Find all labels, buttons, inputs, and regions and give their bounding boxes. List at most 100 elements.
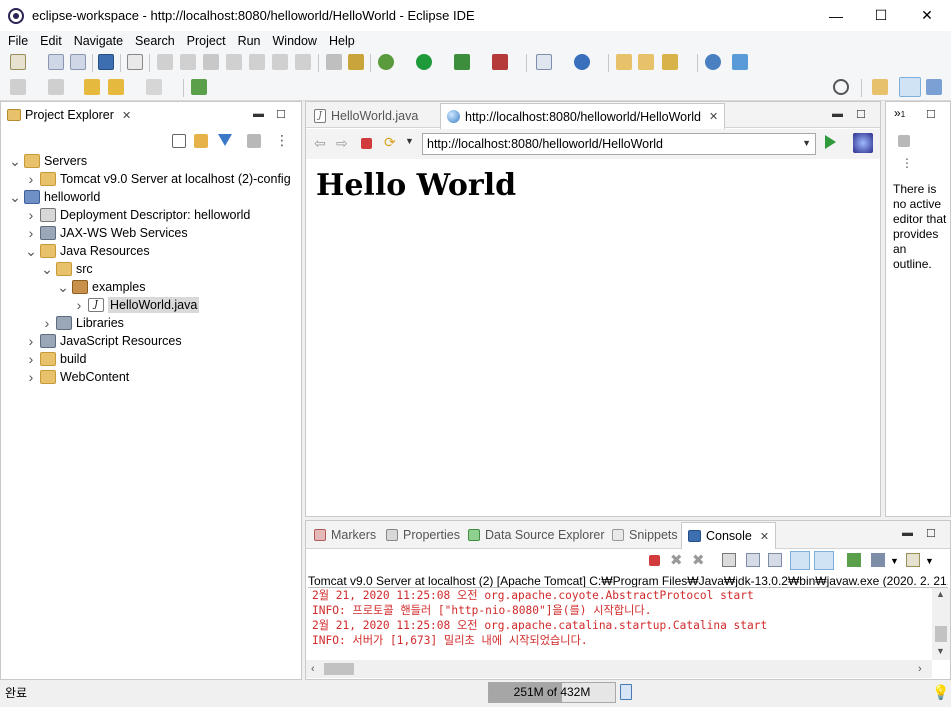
chevron-right-icon[interactable]: › — [41, 315, 53, 331]
menu-run[interactable]: Run — [232, 34, 267, 48]
tab-browser[interactable]: http://localhost:8080/helloworld/HelloWo… — [440, 103, 726, 129]
validate-icon[interactable] — [732, 54, 748, 70]
previous-annotation-icon[interactable] — [48, 79, 64, 95]
tree-item[interactable]: ⌄ src — [41, 260, 93, 278]
tab-markers[interactable]: Markers — [308, 523, 382, 547]
clear-console-icon[interactable] — [722, 553, 736, 567]
web-browser-icon[interactable] — [705, 54, 721, 70]
lightbulb-icon[interactable]: 💡 — [932, 684, 949, 701]
maximize-button[interactable]: ☐ — [858, 0, 904, 31]
chevron-right-icon[interactable]: › — [25, 225, 37, 241]
maximize-view-icon[interactable]: ☐ — [926, 108, 936, 121]
save-icon[interactable] — [48, 54, 64, 70]
word-wrap-icon[interactable] — [768, 553, 782, 567]
chevron-down-icon[interactable]: ⌄ — [25, 243, 37, 260]
maximize-view-icon[interactable]: ☐ — [276, 108, 286, 121]
forward-arrow-icon[interactable]: ⇨ — [336, 135, 348, 152]
scroll-up-icon[interactable]: ▲ — [936, 589, 945, 599]
show-on-stderr-icon[interactable] — [814, 551, 834, 570]
scroll-down-icon[interactable]: ▼ — [936, 646, 945, 656]
menu-edit[interactable]: Edit — [34, 34, 68, 48]
open-resource-icon[interactable] — [638, 54, 654, 70]
tab-helloworld-java[interactable]: J HelloWorld.java — [308, 104, 424, 128]
chevron-right-icon[interactable]: › — [25, 369, 37, 385]
go-icon[interactable] — [825, 135, 836, 149]
minimize-view-icon[interactable]: ▬ — [902, 527, 913, 539]
menu-search[interactable]: Search — [129, 34, 181, 48]
vertical-scrollbar[interactable]: ▲ ▼ — [932, 588, 950, 660]
menu-project[interactable]: Project — [181, 34, 232, 48]
close-icon[interactable]: ✕ — [709, 110, 718, 123]
heap-status[interactable]: 251M of 432M — [488, 682, 616, 703]
debug-icon[interactable] — [378, 54, 394, 70]
tree-item[interactable]: ⌄ Servers — [9, 152, 87, 170]
terminate-icon[interactable] — [203, 54, 219, 70]
step-over-icon[interactable] — [272, 54, 288, 70]
display-console-icon[interactable] — [871, 553, 885, 567]
disconnect-icon[interactable] — [226, 54, 242, 70]
back-icon[interactable] — [108, 79, 124, 95]
close-icon[interactable]: ✕ — [760, 530, 769, 543]
tree-item[interactable]: › build — [25, 350, 87, 368]
new-class-icon[interactable] — [574, 54, 590, 70]
collapse-all-icon[interactable] — [172, 134, 186, 148]
close-button[interactable]: ✕ — [904, 0, 950, 31]
next-annotation-icon[interactable] — [10, 79, 26, 95]
tab-snippets[interactable]: Snippets — [606, 523, 684, 547]
outline-focus-icon[interactable] — [898, 135, 910, 147]
save-all-icon[interactable] — [70, 54, 86, 70]
use-step-filters-icon[interactable] — [326, 54, 342, 70]
suspend-icon[interactable] — [180, 54, 196, 70]
chevron-down-icon[interactable]: ⌄ — [9, 189, 21, 206]
tree-item[interactable]: ⌄ helloworld — [9, 188, 100, 206]
pin-editor-icon[interactable] — [191, 79, 207, 95]
chevron-right-icon[interactable]: › — [25, 333, 37, 349]
filter-icon[interactable] — [218, 134, 232, 148]
scrollbar-thumb[interactable] — [324, 663, 354, 675]
menu-window[interactable]: Window — [267, 34, 323, 48]
trash-icon[interactable] — [620, 684, 632, 700]
terminal-icon[interactable] — [98, 54, 114, 70]
focus-icon[interactable] — [247, 134, 261, 148]
skip-breakpoints-icon[interactable] — [127, 54, 143, 70]
forward-icon[interactable] — [146, 79, 162, 95]
maximize-view-icon[interactable]: ☐ — [926, 527, 936, 540]
view-menu-icon[interactable]: ⋮ — [901, 156, 913, 170]
run-icon[interactable] — [416, 54, 432, 70]
java-ee-perspective-icon[interactable] — [899, 77, 921, 97]
url-input[interactable]: http://localhost:8080/helloworld/HelloWo… — [422, 133, 816, 155]
view-menu-icon[interactable]: ⋮ — [275, 132, 289, 149]
step-return-icon[interactable] — [295, 54, 311, 70]
tab-project-explorer[interactable]: Project Explorer ✕ — [1, 102, 137, 128]
menu-navigate[interactable]: Navigate — [68, 34, 129, 48]
refresh-icon[interactable]: ⟳ — [384, 134, 396, 151]
chevron-down-icon[interactable]: ⌄ — [9, 153, 21, 170]
open-console-icon[interactable] — [906, 553, 920, 567]
java-perspective-icon[interactable] — [926, 79, 942, 95]
scroll-right-icon[interactable]: › — [918, 663, 922, 675]
minimize-button[interactable]: — — [813, 0, 859, 31]
menu-file[interactable]: File — [2, 34, 34, 48]
last-edit-location-icon[interactable] — [84, 79, 100, 95]
scrollbar-thumb[interactable] — [935, 626, 947, 642]
tree-item[interactable]: › Deployment Descriptor: helloworld — [25, 206, 251, 224]
tree-item[interactable]: ⌄ Java Resources — [25, 242, 150, 260]
tree-item[interactable]: › JavaScript Resources — [25, 332, 182, 350]
link-with-editor-icon[interactable] — [194, 134, 208, 148]
tab-data-source-explorer[interactable]: Data Source Explorer — [462, 523, 611, 547]
search-icon[interactable] — [833, 79, 849, 95]
tab-properties[interactable]: Properties — [380, 523, 466, 547]
new-java-project-icon[interactable] — [536, 54, 552, 70]
menu-help[interactable]: Help — [323, 34, 361, 48]
tree-item[interactable]: › Tomcat v9.0 Server at localhost (2)-con… — [25, 170, 291, 188]
step-into-icon[interactable] — [249, 54, 265, 70]
chevron-down-icon[interactable]: ▼ — [802, 138, 811, 148]
scroll-lock-icon[interactable] — [746, 553, 760, 567]
pin-console-icon[interactable] — [847, 553, 861, 567]
back-arrow-icon[interactable]: ⇦ — [314, 135, 326, 152]
stop-icon[interactable] — [361, 138, 372, 149]
horizontal-scrollbar[interactable]: ‹ › — [306, 660, 932, 678]
scroll-left-icon[interactable]: ‹ — [311, 663, 315, 675]
tree-item[interactable]: › J HelloWorld.java — [73, 296, 200, 314]
chevron-right-icon[interactable]: › — [25, 351, 37, 367]
